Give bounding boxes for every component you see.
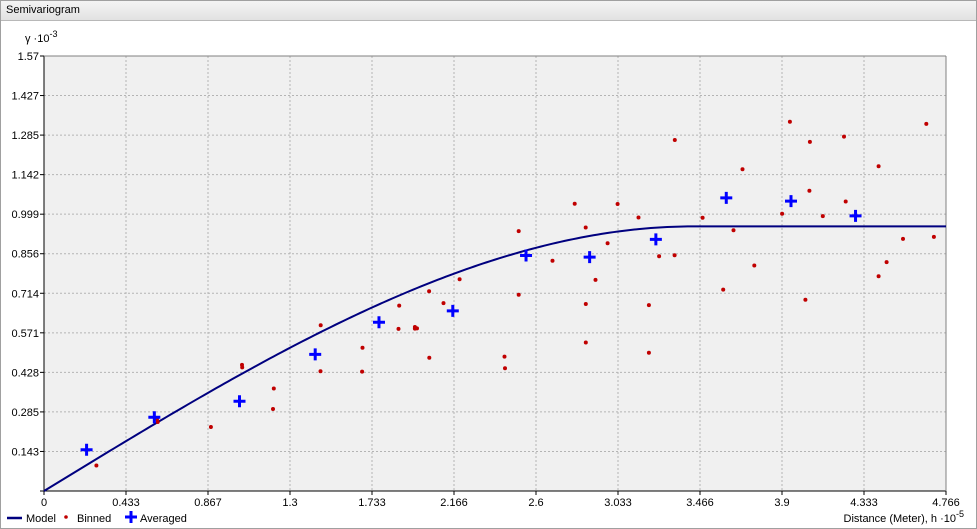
legend: Model Binned Averaged (7, 511, 187, 525)
binned-point (593, 277, 598, 282)
binned-point (360, 369, 365, 374)
binned-point (441, 301, 446, 306)
binned-point (843, 199, 848, 204)
binned-point (427, 355, 432, 360)
semivariogram-window: Semivariogram 0 0.433 0.867 1.3 1.733 2.166 2.… (0, 0, 977, 529)
legend-item-averaged: Averaged (125, 511, 187, 525)
binned-point (397, 303, 402, 308)
y-tick-label: 0.856 (11, 249, 39, 261)
binned-point (583, 225, 588, 230)
binned-point (516, 229, 521, 234)
y-axis-ticks: 0.143 0.285 0.428 0.571 0.714 0.856 0.999 1.142… (11, 51, 44, 492)
x-tick-label: 0 (41, 497, 47, 509)
x-axis-label: Distance (Meter), h ·10-5 (844, 509, 965, 525)
binned-point (672, 253, 677, 258)
binned-point (415, 326, 419, 331)
y-tick-label: 1.427 (11, 91, 39, 103)
binned-point (318, 323, 323, 328)
binned-point (807, 188, 812, 193)
y-tick-label: 1.57 (18, 51, 39, 63)
binned-point (820, 214, 825, 219)
binned-point (884, 260, 889, 265)
x-tick-label: 0.433 (112, 497, 140, 509)
binned-point (318, 369, 323, 374)
binned-point (876, 164, 881, 169)
y-tick-label: 1.142 (11, 170, 39, 182)
binned-point (721, 287, 726, 292)
legend-binned-swatch (64, 515, 68, 519)
binned-point (502, 354, 507, 359)
semivariogram-chart: 0 0.433 0.867 1.3 1.733 2.166 2.6 3.033 3.466 3.9… (7, 29, 965, 525)
binned-point (876, 274, 881, 279)
binned-point (924, 121, 929, 126)
legend-averaged-label: Averaged (140, 513, 187, 525)
binned-point (803, 297, 808, 302)
y-tick-label: 0.571 (11, 328, 39, 340)
legend-item-model: Model (7, 513, 56, 525)
x-tick-label: 0.867 (194, 497, 222, 509)
binned-point (583, 340, 588, 345)
y-axis-label: γ ·10-3 (25, 29, 57, 45)
legend-item-binned: Binned (64, 513, 111, 525)
binned-point (427, 289, 432, 294)
binned-point (636, 215, 641, 220)
binned-point (605, 241, 610, 246)
binned-point (787, 119, 792, 124)
y-tick-label: 0.714 (11, 288, 39, 300)
y-tick-label: 0.428 (11, 367, 39, 379)
binned-point (583, 302, 588, 306)
binned-point (457, 277, 462, 282)
legend-averaged-swatch (125, 511, 137, 523)
y-tick-label: 0.143 (11, 446, 39, 458)
binned-point (752, 263, 757, 268)
binned-point (94, 463, 99, 468)
binned-point (657, 254, 662, 259)
binned-point (240, 365, 245, 370)
binned-point (901, 236, 905, 241)
binned-point (646, 350, 651, 355)
binned-point (740, 167, 745, 172)
binned-point (842, 134, 846, 139)
binned-point (807, 139, 812, 144)
x-tick-label: 4.333 (850, 497, 878, 509)
binned-point (931, 234, 936, 239)
binned-point (780, 211, 785, 216)
x-tick-label: 2.166 (440, 497, 468, 509)
binned-point (672, 138, 677, 142)
binned-point (396, 326, 401, 331)
binned-point (615, 202, 620, 206)
y-tick-label: 1.285 (11, 130, 39, 142)
legend-binned-label: Binned (77, 513, 111, 525)
binned-point (271, 386, 276, 391)
x-axis-ticks: 0 0.433 0.867 1.3 1.733 2.166 2.6 3.033 3.466 3.9… (41, 491, 960, 509)
binned-point (646, 303, 651, 308)
x-tick-label: 3.033 (604, 497, 632, 509)
binned-point (731, 228, 736, 233)
binned-point (155, 420, 160, 424)
y-tick-label: 0.285 (11, 407, 39, 419)
binned-point (572, 201, 577, 206)
binned-point (503, 366, 507, 371)
x-tick-label: 3.466 (686, 497, 714, 509)
binned-point (208, 425, 213, 429)
x-tick-label: 3.9 (774, 497, 789, 509)
plot-area (44, 56, 946, 491)
binned-point (516, 292, 521, 297)
y-tick-label: 0.999 (11, 209, 39, 221)
binned-point (271, 407, 275, 411)
binned-point (360, 345, 365, 350)
x-tick-label: 1.3 (282, 497, 297, 509)
binned-point (700, 215, 705, 220)
binned-point (550, 258, 555, 263)
x-tick-label: 2.6 (528, 497, 543, 509)
legend-model-label: Model (26, 513, 56, 525)
x-tick-label: 4.766 (932, 497, 960, 509)
x-tick-label: 1.733 (358, 497, 386, 509)
